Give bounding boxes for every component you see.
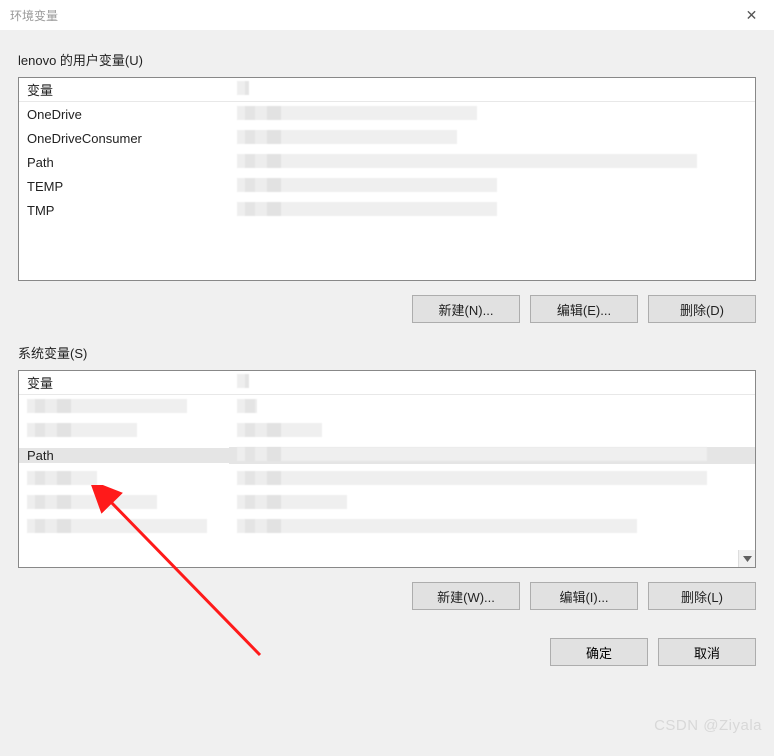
var-name: TMP (19, 203, 229, 218)
var-value (229, 106, 755, 123)
system-vars-buttons: 新建(W)... 编辑(I)... 删除(L) (18, 582, 756, 610)
dialog-footer: 确定 取消 (18, 638, 756, 666)
var-value (229, 471, 755, 488)
var-name: OneDrive (19, 107, 229, 122)
var-value (229, 423, 755, 440)
var-name (19, 399, 229, 416)
column-header-value[interactable] (229, 374, 755, 391)
close-button[interactable]: ✕ (729, 0, 774, 30)
var-value (229, 130, 755, 147)
system-vars-label: 系统变量(S) (18, 343, 756, 362)
var-value (229, 202, 755, 219)
column-header-variable[interactable]: 变量 (19, 373, 229, 392)
var-value (229, 399, 755, 416)
table-row[interactable] (19, 515, 755, 539)
system-edit-button[interactable]: 编辑(I)... (530, 582, 638, 610)
user-vars-label: lenovo 的用户变量(U) (18, 50, 756, 69)
user-vars-header: 变量 (19, 78, 755, 102)
table-row[interactable]: Path (19, 150, 755, 174)
column-header-value[interactable] (229, 81, 755, 98)
var-name: Path (19, 448, 229, 463)
close-icon: ✕ (746, 7, 758, 24)
user-new-button[interactable]: 新建(N)... (412, 295, 520, 323)
table-row-path[interactable]: Path (19, 443, 755, 467)
system-delete-button[interactable]: 删除(L) (648, 582, 756, 610)
var-name (19, 471, 229, 488)
var-value (229, 154, 755, 171)
var-value (229, 495, 755, 512)
titlebar: 环境变量 ✕ (0, 0, 774, 30)
var-name (19, 423, 229, 440)
scroll-down-icon[interactable] (738, 550, 755, 567)
table-row[interactable]: TMP (19, 198, 755, 222)
system-new-button[interactable]: 新建(W)... (412, 582, 520, 610)
user-delete-button[interactable]: 删除(D) (648, 295, 756, 323)
var-name: Path (19, 155, 229, 170)
var-name: TEMP (19, 179, 229, 194)
var-value (229, 519, 755, 536)
ok-button[interactable]: 确定 (550, 638, 648, 666)
user-vars-listbox[interactable]: 变量 OneDrive OneDriveConsumer Path TEMP T… (18, 77, 756, 281)
var-value (229, 447, 755, 464)
table-row[interactable]: OneDriveConsumer (19, 126, 755, 150)
system-vars-header: 变量 (19, 371, 755, 395)
table-row[interactable]: TEMP (19, 174, 755, 198)
watermark: CSDN @Ziyala (654, 717, 762, 734)
var-name: OneDriveConsumer (19, 131, 229, 146)
var-name (19, 519, 229, 536)
table-row[interactable] (19, 395, 755, 419)
cancel-button[interactable]: 取消 (658, 638, 756, 666)
column-header-variable[interactable]: 变量 (19, 80, 229, 99)
var-value (229, 178, 755, 195)
var-name (19, 495, 229, 512)
user-edit-button[interactable]: 编辑(E)... (530, 295, 638, 323)
table-row[interactable] (19, 467, 755, 491)
dialog-body: lenovo 的用户变量(U) 变量 OneDrive OneDriveCons… (0, 30, 774, 756)
system-vars-listbox[interactable]: 变量 Path (18, 370, 756, 568)
table-row[interactable] (19, 419, 755, 443)
window-title: 环境变量 (10, 7, 58, 24)
user-vars-buttons: 新建(N)... 编辑(E)... 删除(D) (18, 295, 756, 323)
table-row[interactable]: OneDrive (19, 102, 755, 126)
table-row[interactable] (19, 491, 755, 515)
